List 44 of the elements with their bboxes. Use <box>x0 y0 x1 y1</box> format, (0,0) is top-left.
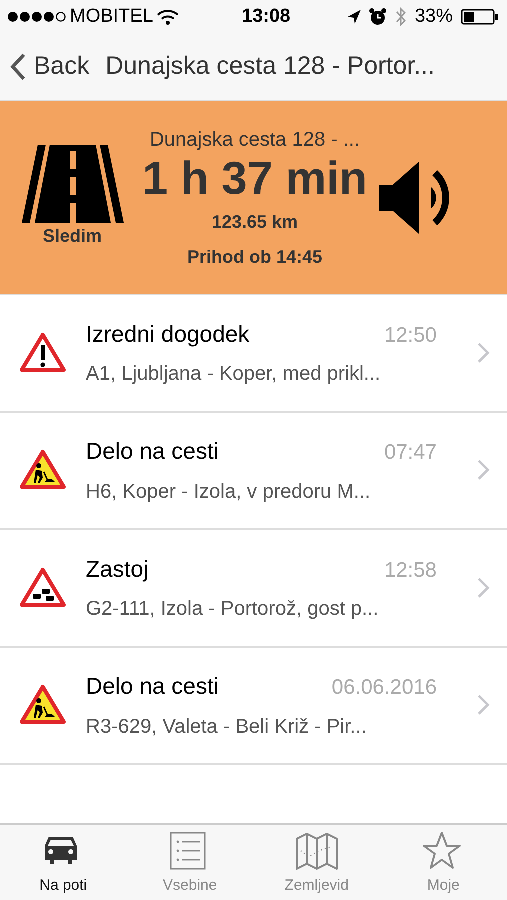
distance-text: 123.65 km <box>212 210 298 234</box>
roadwork-sign-icon <box>20 684 66 726</box>
event-row[interactable]: Zastoj 12:58 G2-111, Izola - Portorož, gost p... <box>0 530 507 648</box>
event-title: Izredni dogodek <box>86 320 250 349</box>
event-time: 07:47 <box>384 440 437 466</box>
event-row[interactable]: Izredni dogodek 12:50 A1, Ljubljana - Koper, med prikl... <box>0 295 507 412</box>
roadwork-sign-icon <box>20 449 66 492</box>
map-icon <box>294 831 339 871</box>
battery-level: 33% <box>414 4 453 29</box>
event-detail: H6, Koper - Izola, v predoru M... <box>86 480 372 504</box>
event-detail: A1, Ljubljana - Koper, med prikl... <box>86 362 382 387</box>
clock: 13:08 <box>242 4 291 29</box>
event-detail: G2-111, Izola - Portorož, gost p... <box>86 597 380 622</box>
carrier-name: MOBITEL <box>70 4 154 29</box>
duration-text: 1 h 37 min <box>142 154 368 200</box>
event-detail: R3-629, Valeta - Beli Križ - Pir... <box>86 714 368 740</box>
chevron-right-icon <box>477 342 491 364</box>
chevron-right-icon <box>477 459 491 482</box>
chevron-right-icon <box>477 576 491 599</box>
chevron-left-icon <box>10 53 26 81</box>
mode-label: Sledim <box>42 225 102 248</box>
arrival-text: Prihod ob 14:45 <box>187 246 323 268</box>
event-title: Delo na cesti <box>86 672 219 701</box>
traffic-jam-sign-icon <box>20 566 66 609</box>
page-title: Dunajska cesta 128 - Portor... <box>106 51 435 82</box>
event-title: Delo na cesti <box>86 437 219 466</box>
event-time: 06.06.2016 <box>332 675 437 701</box>
event-title: Zastoj <box>86 554 149 584</box>
location-arrow-icon <box>346 9 361 25</box>
event-row[interactable]: Delo na cesti 07:47 H6, Koper - Izola, v predoru M... <box>0 412 507 530</box>
wifi-icon <box>157 9 180 25</box>
event-row[interactable]: Delo na cesti 06.06.2016 R3-629, Valeta - Beli Križ - Pir... <box>0 648 507 765</box>
chevron-right-icon <box>477 694 491 716</box>
bluetooth-icon <box>394 7 407 27</box>
alarm-clock-icon <box>368 8 387 26</box>
destination-text: Dunajska cesta 128 - ... <box>150 128 360 152</box>
back-button[interactable]: Back <box>10 48 90 86</box>
battery-icon <box>461 9 499 25</box>
signal-icon <box>8 11 66 23</box>
warning-sign-icon <box>20 332 66 374</box>
event-time: 12:50 <box>384 322 437 348</box>
tab-button[interactable]: Na poti <box>0 825 127 900</box>
event-time: 12:58 <box>384 558 437 584</box>
road-icon <box>22 145 124 223</box>
